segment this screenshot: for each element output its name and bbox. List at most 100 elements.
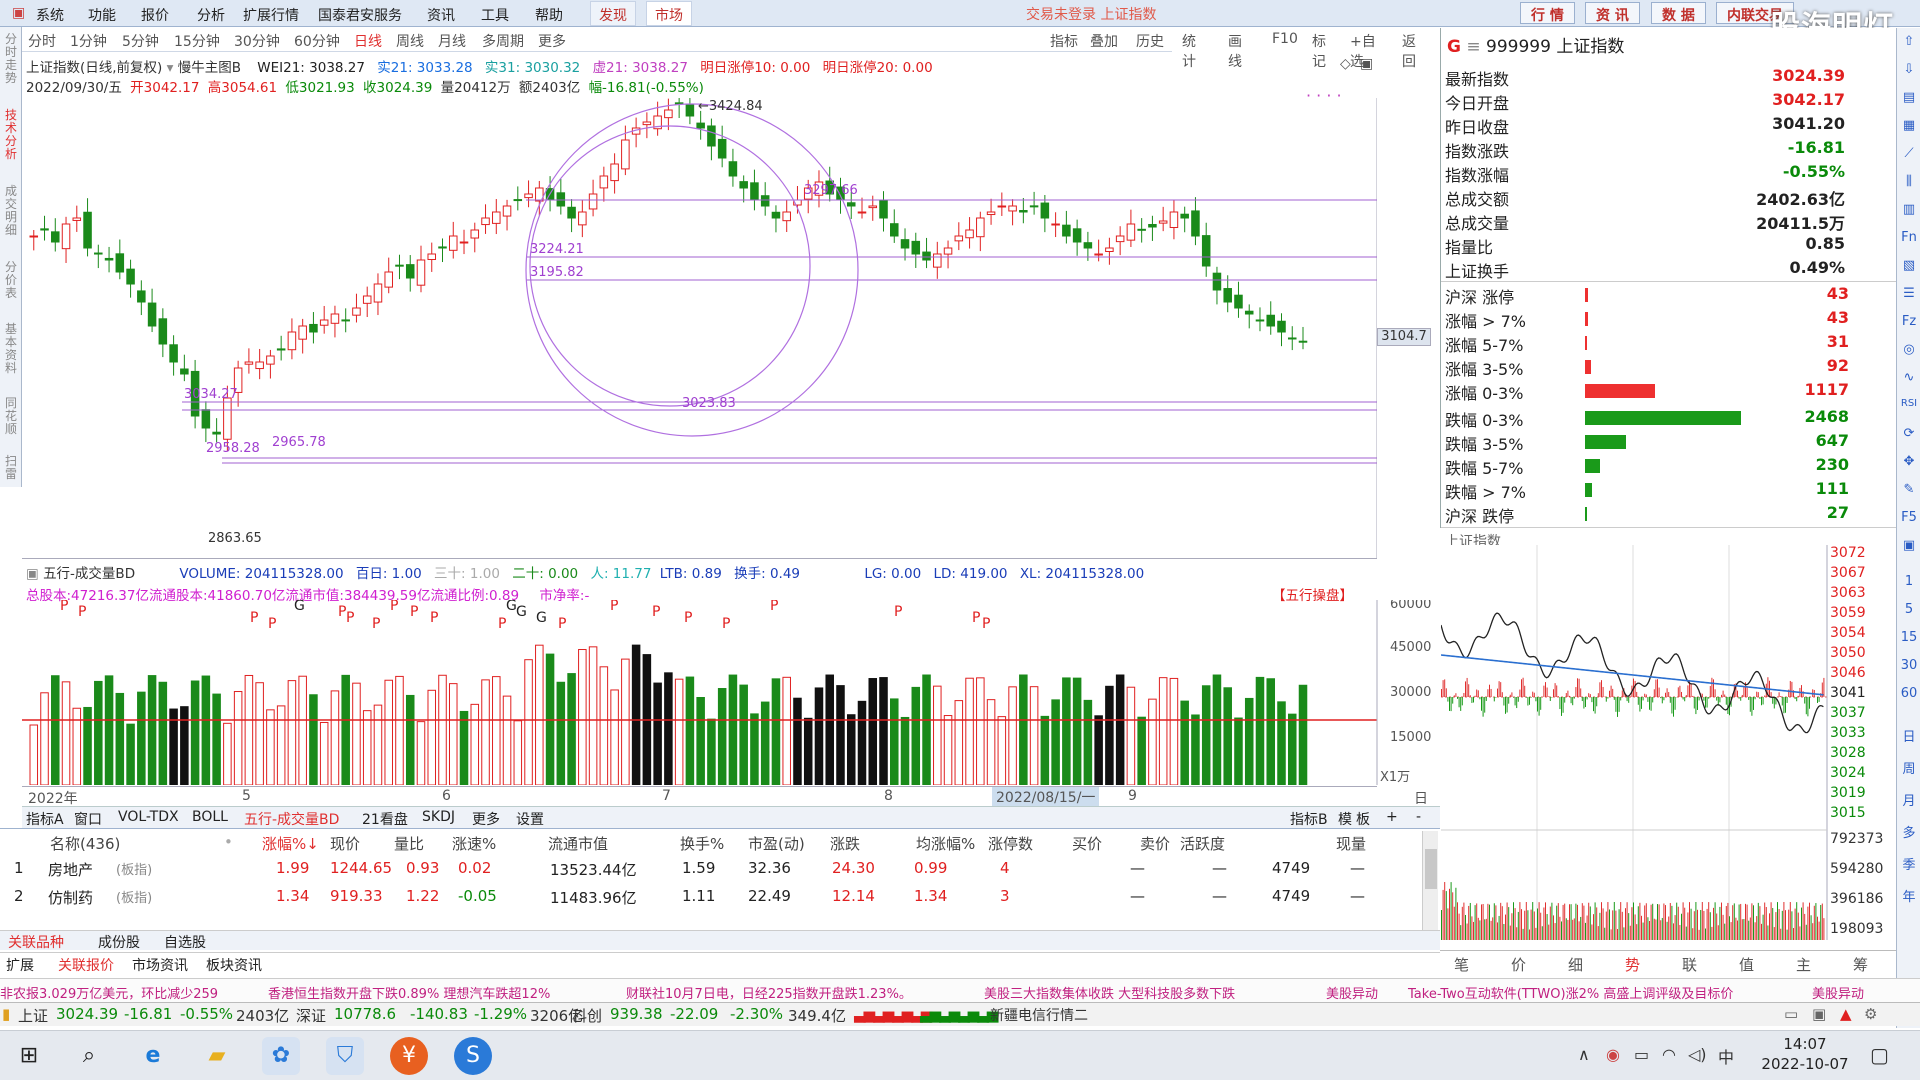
app-shield-icon[interactable]: ⛉ — [326, 1037, 364, 1075]
subtab-market-news[interactable]: 市场资讯 — [132, 955, 188, 975]
chart-icon[interactable]: ▤ — [1899, 90, 1919, 110]
volume-chart[interactable]: P P P PG P P PP P P PG G G PP P P PP P P P 60000 45000 300… — [22, 600, 1442, 785]
breadth-row[interactable]: 沪深 涨停 43 — [1445, 284, 1849, 308]
fn-icon[interactable]: Fn — [1899, 230, 1919, 250]
breadth-row[interactable]: 跌幅 3-5% 647 — [1445, 431, 1849, 455]
menu-quote[interactable]: 报价 — [141, 5, 169, 25]
image-icon[interactable]: ▣ — [1899, 538, 1919, 558]
mini-tab[interactable]: 势 — [1625, 954, 1640, 975]
table-header[interactable]: 涨速% — [452, 833, 496, 854]
period-more[interactable]: 更多 — [538, 31, 566, 51]
breadth-row[interactable]: 跌幅 0-3% 2468 — [1445, 407, 1849, 431]
tool-f10[interactable]: F10 — [1272, 31, 1298, 47]
menu-analysis[interactable]: 分析 — [197, 5, 225, 25]
menu-tools[interactable]: 工具 — [481, 5, 509, 25]
sh-label[interactable]: 上证 — [18, 1005, 48, 1026]
period-year-side[interactable]: 年 — [1899, 886, 1919, 906]
period-15min[interactable]: 15分钟 — [174, 31, 220, 51]
num-60-icon[interactable]: 60 — [1899, 686, 1919, 706]
windows-start-icon[interactable]: ⊞ — [10, 1037, 48, 1075]
subtab-sector-news[interactable]: 板块资讯 — [206, 955, 262, 975]
table-header[interactable]: 现价 — [330, 833, 360, 854]
table-header[interactable]: 流通市值 — [548, 833, 608, 854]
discover-button[interactable]: 发现 — [590, 1, 636, 26]
breadth-row[interactable]: 跌幅 5-7% 230 — [1445, 455, 1849, 479]
mini-tab[interactable]: 值 — [1739, 954, 1754, 975]
menu-gtja-service[interactable]: 国泰君安服务 — [318, 5, 402, 25]
clock-time[interactable]: 14:07 — [1760, 1035, 1850, 1053]
mini-tab[interactable]: 联 — [1682, 954, 1697, 975]
menu-ext-market[interactable]: 扩展行情 — [243, 5, 299, 25]
data-tab-button[interactable]: 数 据 — [1651, 2, 1706, 24]
media-icon[interactable]: ▣ — [1812, 1005, 1826, 1023]
period-5min[interactable]: 5分钟 — [122, 31, 159, 51]
period-intraday[interactable]: 分时 — [28, 31, 56, 51]
tray-app-icon[interactable]: ◉ — [1606, 1045, 1620, 1064]
num-30-icon[interactable]: 30 — [1899, 658, 1919, 678]
kc-label[interactable]: 科创 — [572, 1005, 602, 1026]
tab-wuxing-vol[interactable]: 五行-成交量BD — [244, 809, 339, 829]
app-s-icon[interactable]: S — [454, 1037, 492, 1075]
tool-stats[interactable]: 统计 — [1182, 31, 1196, 71]
wave-icon[interactable]: ∿ — [1899, 370, 1919, 390]
tab-21kanpan[interactable]: 21看盘 — [362, 809, 408, 829]
table-header[interactable]: 换手% — [680, 833, 724, 854]
volume-indicator-name[interactable]: 五行-成交量BD — [43, 566, 135, 582]
table-header[interactable]: 涨幅%↓ — [262, 833, 319, 854]
mini-tab[interactable]: 主 — [1796, 954, 1811, 975]
table-header[interactable]: 涨停数 — [988, 833, 1033, 854]
settings-icon[interactable]: ⚙ — [1864, 1005, 1877, 1023]
period-monthly[interactable]: 月线 — [438, 31, 466, 51]
table-header[interactable]: 活跃度 — [1180, 833, 1225, 854]
list-icon[interactable]: ☰ — [1899, 286, 1919, 306]
mini-tab[interactable]: 筹 — [1853, 954, 1868, 975]
news-item-1[interactable]: 非农报3.029万亿美元，环比减少259 — [0, 983, 218, 1002]
battery-icon[interactable]: ▭ — [1634, 1045, 1649, 1064]
tab-related[interactable]: 关联品种 — [8, 932, 64, 952]
news-item-5[interactable]: 美股异动 — [1326, 983, 1378, 1002]
tab-board[interactable]: 板 — [1356, 809, 1370, 829]
vtab-trade-detail[interactable]: 成交明细 — [2, 185, 20, 237]
tab-indicator-a[interactable]: 指标A — [26, 809, 64, 829]
panel-toggle-icon[interactable]: ▣ — [1360, 56, 1373, 72]
period-30min[interactable]: 30分钟 — [234, 31, 280, 51]
period-day-side[interactable]: 日 — [1899, 726, 1919, 746]
breadth-row[interactable]: 涨幅 5-7% 31 — [1445, 332, 1849, 356]
arrow-up-icon[interactable]: ⇧ — [1899, 34, 1919, 54]
table-header[interactable]: 买价 — [1072, 833, 1102, 854]
candle-icon[interactable]: ⫼ — [1899, 174, 1919, 194]
app-logo-icon[interactable]: ▣ — [12, 5, 25, 21]
search-icon[interactable]: ⌕ — [70, 1037, 108, 1075]
pen-icon[interactable]: ✎ — [1899, 482, 1919, 502]
tool-history[interactable]: 历史 — [1136, 31, 1164, 51]
volume-dropdown-icon[interactable]: ▣ — [26, 566, 39, 582]
num-15-icon[interactable]: 15 — [1899, 630, 1919, 650]
vtab-basic-info[interactable]: 基本资料 — [2, 323, 20, 375]
period-multi-side[interactable]: 多 — [1899, 822, 1919, 842]
subtab-related-quote[interactable]: 关联报价 — [58, 955, 114, 975]
period-month-side[interactable]: 月 — [1899, 790, 1919, 810]
app-flower-icon[interactable]: ✿ — [262, 1037, 300, 1075]
tool-indicator[interactable]: 指标 — [1050, 31, 1078, 51]
period-60min[interactable]: 60分钟 — [294, 31, 340, 51]
tab-constituents[interactable]: 成份股 — [98, 932, 140, 952]
tray-up-icon[interactable]: ∧ — [1578, 1045, 1590, 1064]
tab-more[interactable]: 更多 — [472, 809, 500, 829]
mini-tab[interactable]: 细 — [1568, 954, 1583, 975]
news-item-7[interactable]: 美股异动 — [1812, 983, 1864, 1002]
notification-icon[interactable]: ▢ — [1870, 1043, 1889, 1067]
tab-template[interactable]: 模 — [1338, 809, 1352, 829]
mini-tab[interactable]: 价 — [1511, 954, 1526, 975]
volume-icon[interactable]: ◁) — [1688, 1045, 1707, 1064]
news-item-6[interactable]: Take-Two互动软件(TTWO)涨2% 高盛上调评级及目标价 — [1408, 983, 1733, 1002]
news-item-2[interactable]: 香港恒生指数开盘下跌0.89% 理想汽车跌超12% — [268, 983, 550, 1002]
status-news[interactable]: 新疆电信行情二 — [990, 1005, 1088, 1025]
tab-settings[interactable]: 设置 — [516, 809, 544, 829]
news-item-4[interactable]: 美股三大指数集体收跌 大型科技股多数下跌 — [984, 983, 1235, 1002]
menu-system[interactable]: 系统 — [36, 5, 64, 25]
main-indicator-label[interactable]: 慢牛主图B — [178, 60, 241, 76]
sz-label[interactable]: 深证 — [296, 1005, 326, 1026]
line-chart-icon[interactable]: ⟋ — [1899, 146, 1919, 166]
dropdown-icon[interactable]: ▾ — [167, 60, 174, 76]
diamond-icon[interactable]: ◇ — [1340, 56, 1351, 72]
